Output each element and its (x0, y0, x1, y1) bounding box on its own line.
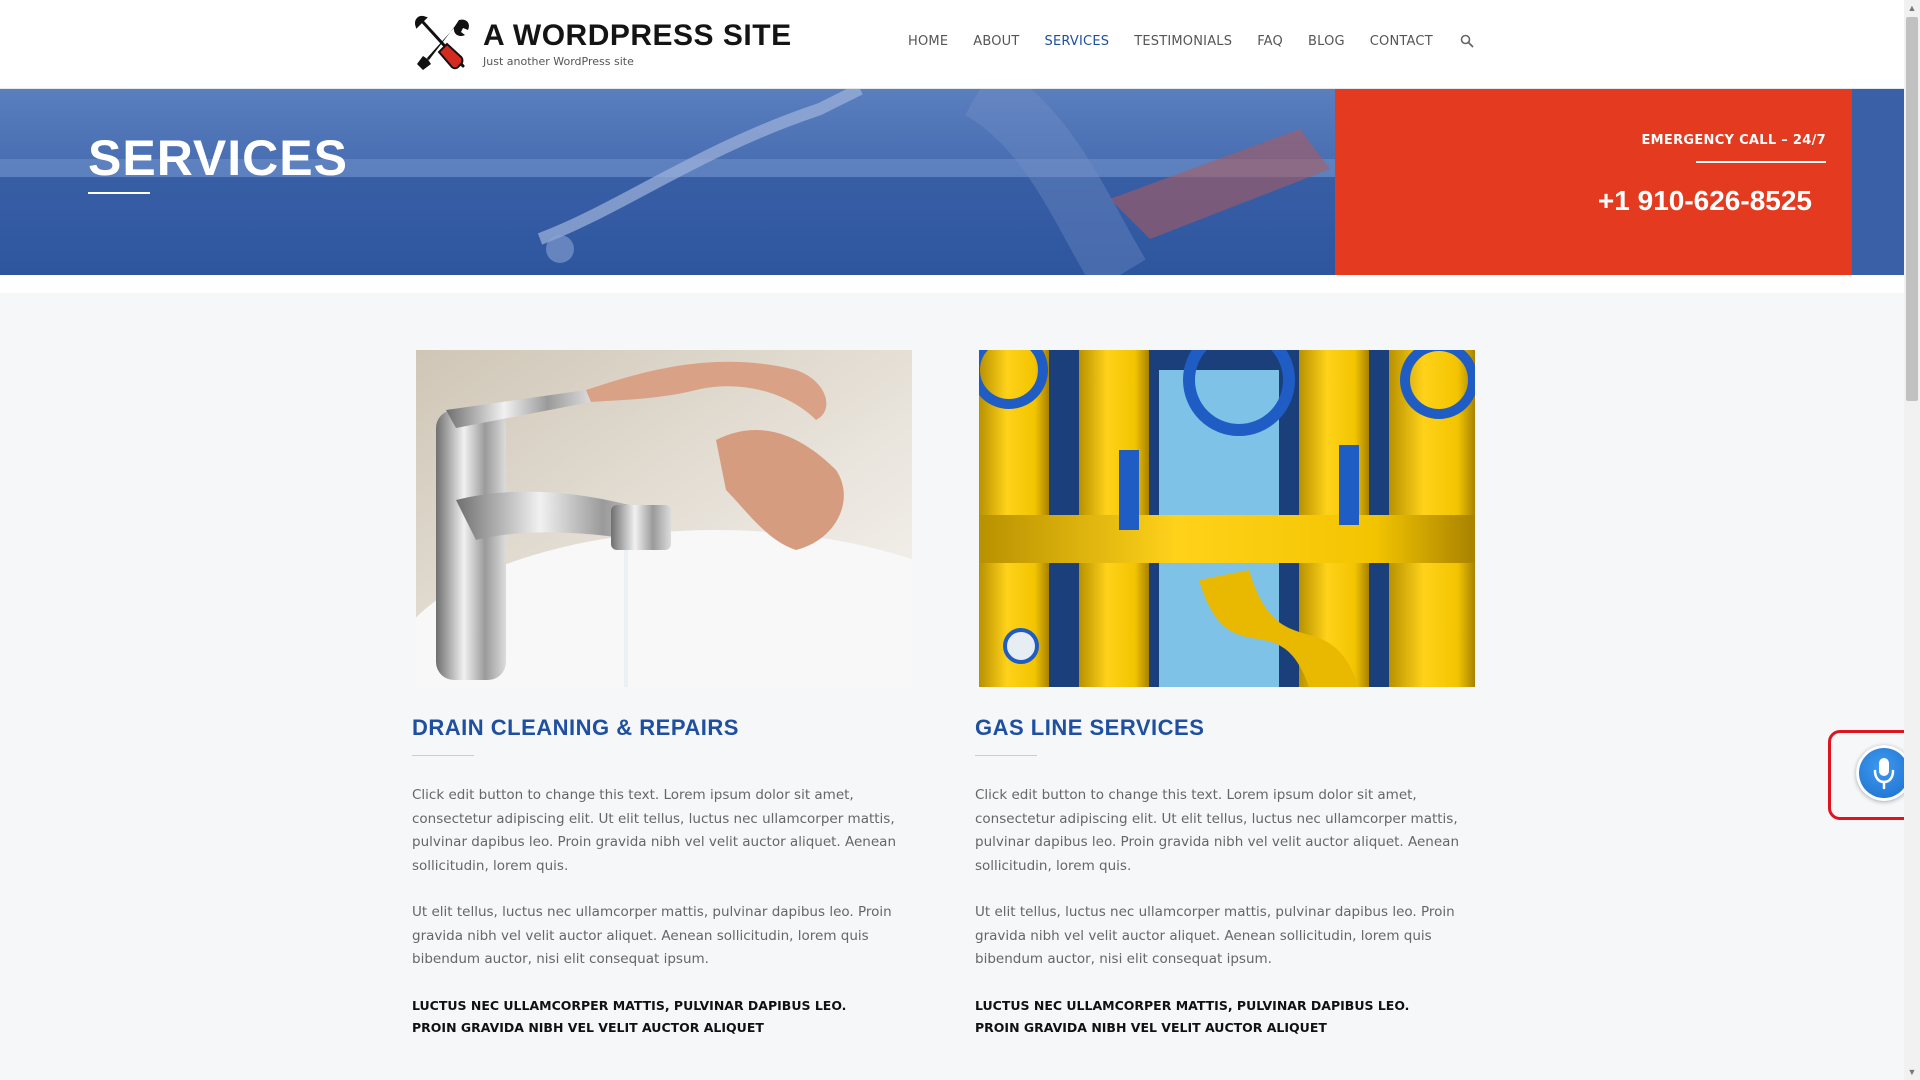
scrollbar-thumb[interactable] (1906, 17, 1918, 401)
service-card-drain: DRAIN CLEANING & REPAIRS Click edit butt… (412, 350, 932, 1039)
nav-about[interactable]: ABOUT (973, 34, 1019, 49)
title-separator (975, 755, 1037, 756)
tools-logo-icon (415, 16, 469, 70)
page-hero: SERVICES EMERGENCY CALL – 24/7 +1 910-62… (0, 89, 1904, 275)
nav-home[interactable]: HOME (908, 34, 948, 49)
emergency-call-box: EMERGENCY CALL – 24/7 +1 910-626-8525 (1335, 89, 1852, 275)
service-paragraph: Ut elit tellus, luctus nec ullamcorper m… (412, 904, 892, 967)
nav-services[interactable]: SERVICES (1045, 34, 1110, 49)
emergency-divider (1696, 161, 1826, 163)
page-scrollbar[interactable]: ▲ ▼ (1904, 0, 1920, 1080)
nav-contact[interactable]: CONTACT (1370, 34, 1433, 49)
site-tagline: Just another WordPress site (483, 54, 634, 68)
service-title: DRAIN CLEANING & REPAIRS (412, 715, 739, 740)
nav-faq[interactable]: FAQ (1257, 34, 1283, 49)
emergency-phone-link[interactable]: +1 910-626-8525 (1598, 185, 1812, 217)
emergency-label: EMERGENCY CALL – 24/7 (1641, 133, 1826, 148)
main-nav: HOME ABOUT SERVICES TESTIMONIALS FAQ BLO… (908, 34, 1474, 49)
site-header: A WORDPRESS SITE Just another WordPress … (0, 0, 1904, 89)
nav-testimonials[interactable]: TESTIMONIALS (1134, 34, 1232, 49)
service-paragraph: Click edit button to change this text. L… (975, 787, 1460, 874)
microphone-icon (1873, 758, 1895, 790)
title-underline (88, 192, 150, 194)
nav-blog[interactable]: BLOG (1308, 34, 1345, 49)
faucet-photo (416, 350, 912, 687)
service-title: GAS LINE SERVICES (975, 715, 1205, 740)
service-highlight: LUCTUS NEC ULLAMCORPER MATTIS, PULVINAR … (412, 997, 847, 1035)
site-title[interactable]: A WORDPRESS SITE (483, 20, 792, 51)
site-logo[interactable]: A WORDPRESS SITE Just another WordPress … (411, 12, 792, 76)
scroll-up-icon[interactable]: ▲ (1904, 0, 1920, 16)
title-separator (412, 755, 474, 756)
gas-pipes-photo (979, 350, 1475, 687)
page-title: SERVICES (88, 130, 348, 186)
service-card-gas: GAS LINE SERVICES Click edit button to c… (975, 350, 1495, 1039)
scroll-down-icon[interactable]: ▼ (1904, 1064, 1920, 1080)
white-band (0, 275, 1904, 293)
service-paragraph: Click edit button to change this text. L… (412, 787, 897, 874)
service-highlight: LUCTUS NEC ULLAMCORPER MATTIS, PULVINAR … (975, 997, 1410, 1035)
service-paragraph: Ut elit tellus, luctus nec ullamcorper m… (975, 904, 1455, 967)
search-icon[interactable] (1460, 34, 1474, 48)
